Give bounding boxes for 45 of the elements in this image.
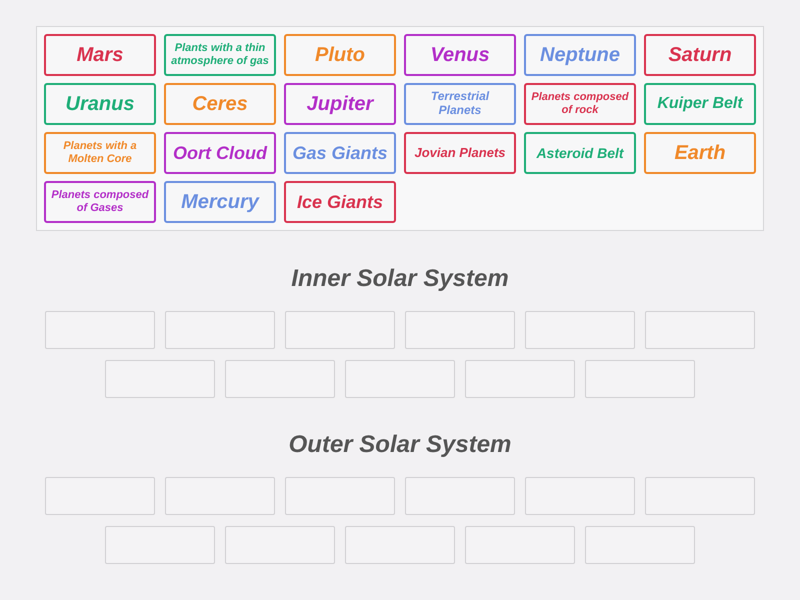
word-card[interactable]: Ceres bbox=[164, 83, 276, 125]
group-title: Inner Solar System bbox=[291, 265, 509, 293]
drop-slot[interactable] bbox=[165, 477, 275, 515]
drop-slot[interactable] bbox=[645, 477, 755, 515]
drop-slot[interactable] bbox=[465, 526, 575, 564]
word-card[interactable]: Jovian Planets bbox=[404, 132, 516, 174]
word-card[interactable]: Planets composed of rock bbox=[524, 83, 636, 125]
drop-slot[interactable] bbox=[45, 477, 155, 515]
word-card[interactable]: Mercury bbox=[164, 181, 276, 223]
word-card[interactable]: Neptune bbox=[524, 34, 636, 76]
drop-slot[interactable] bbox=[105, 360, 215, 398]
drop-slot[interactable] bbox=[225, 360, 335, 398]
word-card[interactable]: Mars bbox=[44, 34, 156, 76]
drop-slot[interactable] bbox=[45, 311, 155, 349]
drop-slot[interactable] bbox=[645, 311, 755, 349]
drop-slot[interactable] bbox=[525, 477, 635, 515]
drop-slot[interactable] bbox=[165, 311, 275, 349]
word-card[interactable]: Plants with a thin atmosphere of gas bbox=[164, 34, 276, 76]
word-card[interactable]: Earth bbox=[644, 132, 756, 174]
word-card[interactable]: Venus bbox=[404, 34, 516, 76]
drop-slot[interactable] bbox=[405, 311, 515, 349]
drop-slot[interactable] bbox=[585, 526, 695, 564]
word-card[interactable]: Pluto bbox=[284, 34, 396, 76]
word-card[interactable]: Jupiter bbox=[284, 83, 396, 125]
word-card[interactable]: Ice Giants bbox=[284, 181, 396, 223]
drop-slot[interactable] bbox=[405, 477, 515, 515]
drop-slot[interactable] bbox=[525, 311, 635, 349]
drop-slot[interactable] bbox=[105, 526, 215, 564]
drop-slot[interactable] bbox=[225, 526, 335, 564]
word-card[interactable]: Planets composed of Gases bbox=[44, 181, 156, 223]
group-title: Outer Solar System bbox=[288, 431, 512, 459]
drop-slot[interactable] bbox=[345, 526, 455, 564]
word-card[interactable]: Asteroid Belt bbox=[524, 132, 636, 174]
drop-slot[interactable] bbox=[285, 477, 395, 515]
word-card[interactable]: Gas Giants bbox=[284, 132, 396, 174]
drop-slot[interactable] bbox=[465, 360, 575, 398]
drop-slot[interactable] bbox=[585, 360, 695, 398]
word-card[interactable]: Uranus bbox=[44, 83, 156, 125]
word-card[interactable]: Planets with a Molten Core bbox=[44, 132, 156, 174]
drop-slot[interactable] bbox=[285, 311, 395, 349]
word-card[interactable]: Saturn bbox=[644, 34, 756, 76]
word-card[interactable]: Kuiper Belt bbox=[644, 83, 756, 125]
drop-slot[interactable] bbox=[345, 360, 455, 398]
word-card[interactable]: Oort Cloud bbox=[164, 132, 276, 174]
word-card[interactable]: Terrestrial Planets bbox=[404, 83, 516, 125]
